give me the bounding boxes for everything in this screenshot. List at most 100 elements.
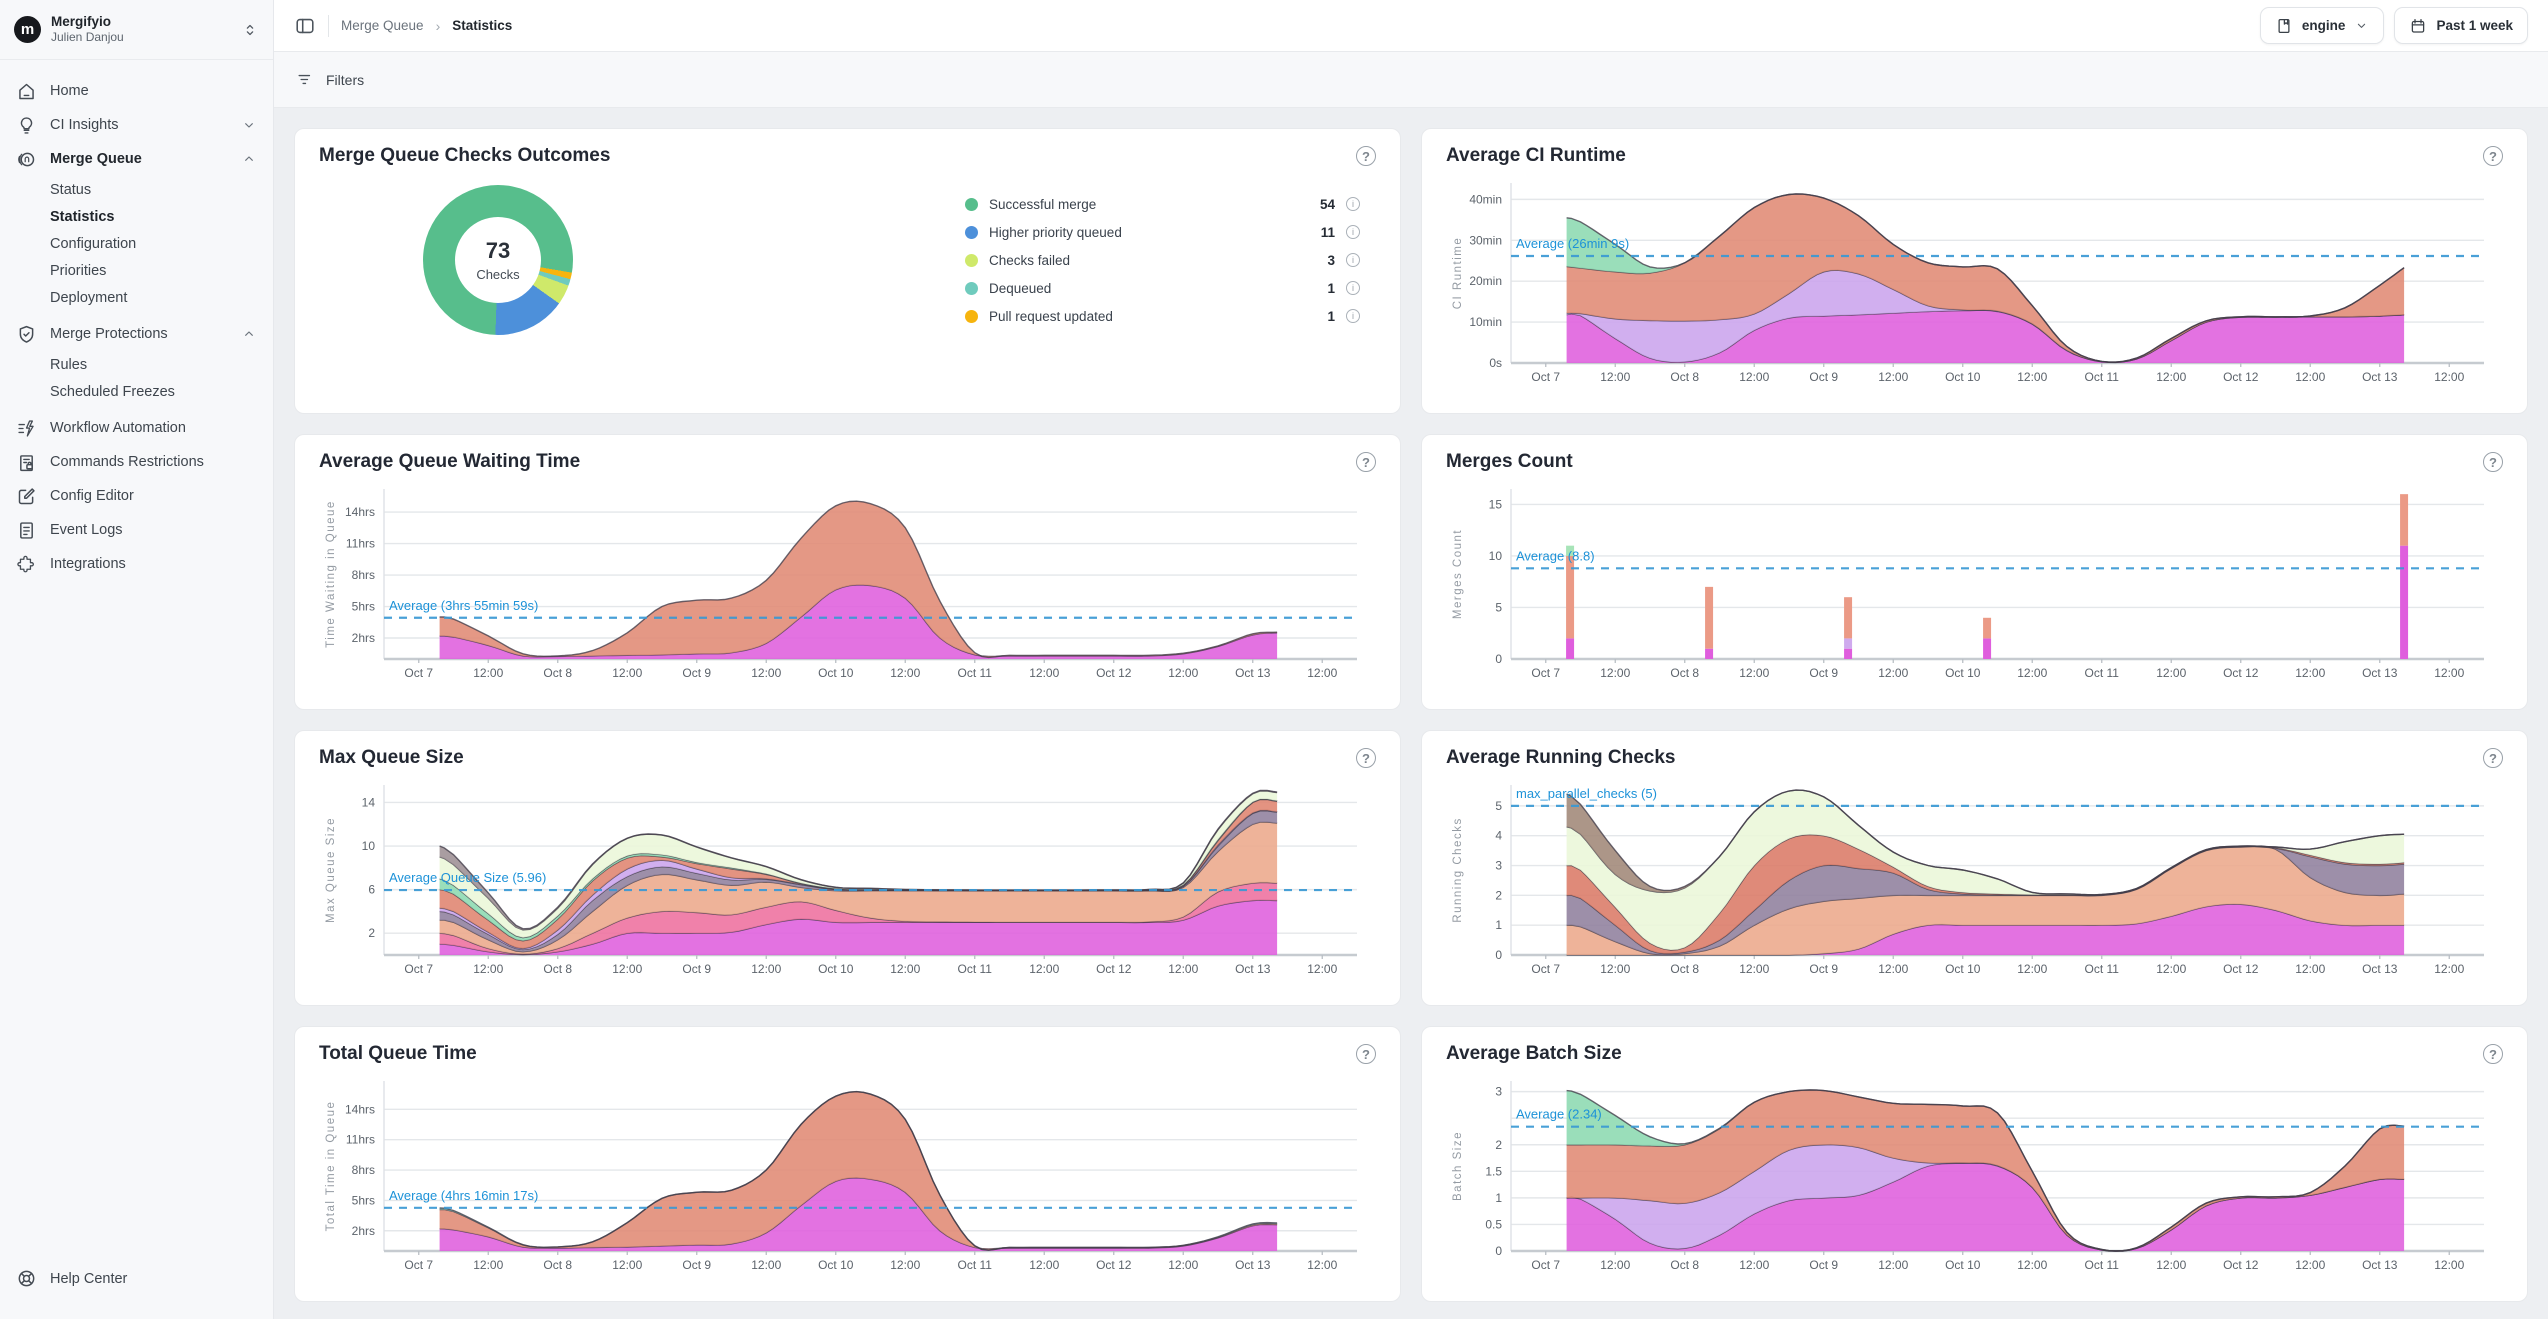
sidebar-item-deployment[interactable]: Deployment [0, 284, 273, 311]
svg-text:Oct 12: Oct 12 [2223, 962, 2259, 976]
sidebar-item-status[interactable]: Status [0, 176, 273, 203]
chevron-down-icon [241, 117, 257, 133]
filters-bar[interactable]: Filters [274, 52, 2548, 108]
card-average-batch-size: Average Batch Size 00.511.523Oct 712:00O… [1421, 1026, 2528, 1302]
repo-scope-button[interactable]: engine [2260, 7, 2385, 44]
average-ci-runtime-chart[interactable]: 0s10min20min30min40minOct 712:00Oct 812:… [1445, 169, 2504, 393]
chevrons-up-down-icon[interactable] [241, 21, 259, 39]
svg-text:12:00: 12:00 [1307, 666, 1337, 680]
sidebar-item-workflow-automation[interactable]: Workflow Automation [0, 411, 273, 445]
topbar-divider [328, 15, 329, 37]
calendar-icon [2409, 17, 2427, 35]
sidebar: m Mergifyio Julien Danjou Home CI Insigh… [0, 0, 274, 1319]
merge-queue-icon [16, 149, 37, 170]
time-range-button[interactable]: Past 1 week [2394, 7, 2528, 44]
svg-text:12:00: 12:00 [1739, 962, 1769, 976]
sidebar-item-priorities[interactable]: Priorities [0, 257, 273, 284]
sidebar-item-merge-protections[interactable]: Merge Protections [0, 317, 273, 351]
svg-text:12:00: 12:00 [1739, 666, 1769, 680]
lightbulb-icon [16, 115, 37, 136]
svg-text:12:00: 12:00 [2156, 1258, 2186, 1272]
sidebar-item-commands-restrictions[interactable]: Commands Restrictions [0, 445, 273, 479]
sidebar-item-integrations[interactable]: Integrations [0, 547, 273, 581]
svg-text:12:00: 12:00 [1029, 1258, 1059, 1272]
info-icon[interactable] [1346, 225, 1360, 239]
average-running-checks-chart[interactable]: 012345Oct 712:00Oct 812:00Oct 912:00Oct … [1445, 771, 2504, 985]
info-icon[interactable] [1346, 309, 1360, 323]
legend-item-dequeued[interactable]: Dequeued 1 [965, 274, 1360, 302]
svg-text:12:00: 12:00 [612, 666, 642, 680]
svg-text:12:00: 12:00 [1600, 370, 1630, 384]
average-batch-size-chart[interactable]: 00.511.523Oct 712:00Oct 812:00Oct 912:00… [1445, 1067, 2504, 1281]
checks-outcomes-donut-chart[interactable]: 73 Checks [423, 185, 573, 335]
svg-text:Max Queue Size: Max Queue Size [325, 817, 337, 923]
sidebar-toggle-icon[interactable] [294, 15, 316, 37]
help-center-link[interactable]: Help Center [16, 1262, 257, 1295]
svg-text:10: 10 [362, 839, 376, 853]
sidebar-item-merge-queue[interactable]: Merge Queue [0, 142, 273, 176]
info-icon[interactable] [1346, 281, 1360, 295]
sidebar-item-ci-insights[interactable]: CI Insights [0, 108, 273, 142]
svg-text:Oct 10: Oct 10 [818, 666, 854, 680]
average-queue-waiting-time-chart[interactable]: 2hrs5hrs8hrs11hrs14hrsOct 712:00Oct 812:… [318, 475, 1377, 689]
donut-legend: Successful merge 54 Higher priority queu… [965, 190, 1360, 330]
card-title: Total Queue Time [319, 1043, 477, 1065]
legend-item-successful-merge[interactable]: Successful merge 54 [965, 190, 1360, 218]
help-icon[interactable] [1356, 748, 1376, 768]
breadcrumb-parent[interactable]: Merge Queue [341, 18, 424, 33]
svg-text:12:00: 12:00 [1878, 1258, 1908, 1272]
total-queue-time-chart[interactable]: 2hrs5hrs8hrs11hrs14hrsOct 712:00Oct 812:… [318, 1067, 1377, 1281]
svg-text:12:00: 12:00 [2295, 666, 2325, 680]
svg-text:12:00: 12:00 [2295, 1258, 2325, 1272]
svg-text:3: 3 [1495, 859, 1502, 873]
max-queue-size-chart[interactable]: 261014Oct 712:00Oct 812:00Oct 912:00Oct … [318, 771, 1377, 985]
legend-dot [965, 198, 978, 211]
svg-text:Oct 13: Oct 13 [2362, 666, 2398, 680]
sidebar-item-home[interactable]: Home [0, 74, 273, 108]
sidebar-item-rules[interactable]: Rules [0, 351, 273, 378]
svg-text:5: 5 [1495, 600, 1502, 614]
svg-text:Oct 9: Oct 9 [1809, 962, 1838, 976]
svg-text:0: 0 [1495, 652, 1502, 666]
svg-text:12:00: 12:00 [473, 666, 503, 680]
card-merge-queue-checks-outcomes: Merge Queue Checks Outcomes 73 Checks Su… [294, 128, 1401, 414]
workflow-zap-icon [16, 418, 37, 439]
help-icon[interactable] [2483, 1044, 2503, 1064]
svg-text:11hrs: 11hrs [346, 1133, 375, 1147]
svg-text:12:00: 12:00 [1168, 666, 1198, 680]
svg-text:Oct 8: Oct 8 [1670, 666, 1699, 680]
sidebar-item-config-editor[interactable]: Config Editor [0, 479, 273, 513]
svg-text:Average (26min 9s): Average (26min 9s) [1516, 236, 1629, 251]
donut-total: 73 [486, 238, 510, 264]
help-icon[interactable] [2483, 146, 2503, 166]
help-icon[interactable] [1356, 452, 1376, 472]
svg-text:Oct 12: Oct 12 [1096, 1258, 1132, 1272]
breadcrumb-separator: › [436, 18, 441, 34]
svg-text:12:00: 12:00 [1878, 370, 1908, 384]
sidebar-item-event-logs[interactable]: Event Logs [0, 513, 273, 547]
help-icon[interactable] [1356, 146, 1376, 166]
sidebar-item-configuration[interactable]: Configuration [0, 230, 273, 257]
card-title: Max Queue Size [319, 747, 464, 769]
legend-item-higher-priority-queued[interactable]: Higher priority queued 11 [965, 218, 1360, 246]
card-total-queue-time: Total Queue Time 2hrs5hrs8hrs11hrs14hrsO… [294, 1026, 1401, 1302]
svg-text:Batch Size: Batch Size [1452, 1131, 1464, 1201]
help-icon[interactable] [2483, 452, 2503, 472]
svg-text:0.5: 0.5 [1485, 1217, 1502, 1231]
help-icon[interactable] [1356, 1044, 1376, 1064]
info-icon[interactable] [1346, 197, 1360, 211]
document-lines-icon [16, 520, 37, 541]
main-area: Merge Queue › Statistics engine Past 1 w… [274, 0, 2548, 1319]
svg-text:14hrs: 14hrs [345, 505, 375, 519]
info-icon[interactable] [1346, 253, 1360, 267]
legend-item-pull-request-updated[interactable]: Pull request updated 1 [965, 302, 1360, 330]
sidebar-item-statistics[interactable]: Statistics [0, 203, 273, 230]
puzzle-icon [16, 554, 37, 575]
svg-text:14hrs: 14hrs [345, 1102, 375, 1116]
legend-item-checks-failed[interactable]: Checks failed 3 [965, 246, 1360, 274]
sidebar-item-scheduled-freezes[interactable]: Scheduled Freezes [0, 378, 273, 405]
org-switcher[interactable]: m Mergifyio Julien Danjou [0, 0, 273, 60]
svg-text:2hrs: 2hrs [352, 631, 375, 645]
merges-count-chart[interactable]: 051015Oct 712:00Oct 812:00Oct 912:00Oct … [1445, 475, 2504, 689]
help-icon[interactable] [2483, 748, 2503, 768]
